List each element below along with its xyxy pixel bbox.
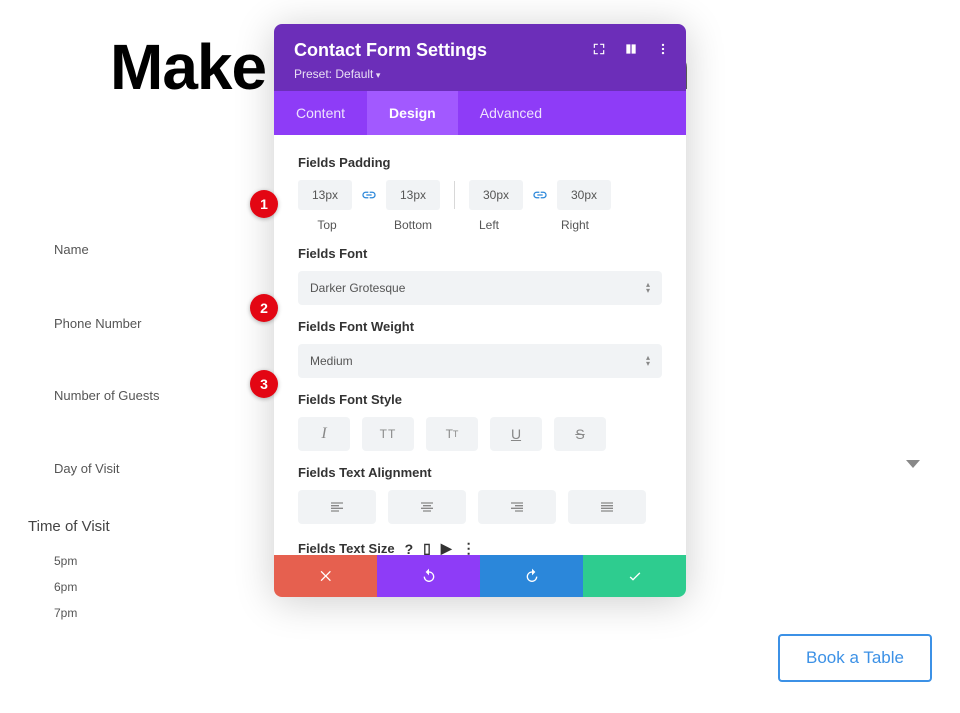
padding-left-input[interactable]: [469, 180, 523, 210]
alignment-row: [298, 490, 662, 524]
settings-panel: Contact Form Settings Preset: Default Co…: [274, 24, 686, 597]
padding-controls: [298, 180, 662, 210]
padding-right-input[interactable]: [557, 180, 611, 210]
columns-icon[interactable]: [624, 42, 638, 56]
align-left-button[interactable]: [298, 490, 376, 524]
callout-2: 2: [250, 294, 278, 322]
chevron-down-icon[interactable]: [906, 460, 920, 468]
panel-body: Fields Padding Top Bottom Left Right Fie…: [274, 135, 686, 555]
font-weight-value: Medium: [310, 354, 353, 368]
panel-footer: [274, 555, 686, 597]
label-left: Left: [460, 218, 518, 232]
time-option-5pm[interactable]: 5pm: [54, 554, 77, 568]
time-option-7pm[interactable]: 7pm: [54, 606, 77, 620]
more-icon[interactable]: [656, 42, 670, 56]
field-guests[interactable]: Number of Guests: [54, 388, 160, 403]
font-value: Darker Grotesque: [310, 281, 405, 295]
label-bottom: Bottom: [384, 218, 442, 232]
expand-icon[interactable]: [592, 42, 606, 56]
field-phone[interactable]: Phone Number: [54, 316, 141, 331]
text-size-label-text: Fields Text Size: [298, 541, 395, 555]
italic-button[interactable]: I: [298, 417, 350, 451]
fields-font-weight-label: Fields Font Weight: [298, 319, 662, 334]
link-icon-vertical[interactable]: [356, 182, 382, 208]
uppercase-button[interactable]: TT: [362, 417, 414, 451]
callout-3: 3: [250, 370, 278, 398]
sort-icon: [646, 355, 650, 366]
padding-bottom-input[interactable]: [386, 180, 440, 210]
font-select[interactable]: Darker Grotesque: [298, 271, 662, 305]
separator: [454, 181, 455, 209]
device-icon[interactable]: ▯: [423, 540, 431, 555]
field-name[interactable]: Name: [54, 242, 89, 257]
fields-text-size-label: Fields Text Size ? ▯ ▶ ⋮: [298, 540, 662, 555]
cursor-icon[interactable]: ▶: [441, 540, 452, 555]
callout-1: 1: [250, 190, 278, 218]
tab-advanced[interactable]: Advanced: [458, 91, 564, 135]
preset-selector[interactable]: Preset: Default: [294, 67, 666, 81]
field-day[interactable]: Day of Visit: [54, 461, 120, 476]
underline-button[interactable]: U: [490, 417, 542, 451]
tab-design[interactable]: Design: [367, 91, 458, 135]
panel-header: Contact Form Settings Preset: Default: [274, 24, 686, 91]
close-button[interactable]: [274, 555, 377, 597]
book-a-table-button[interactable]: Book a Table: [778, 634, 932, 682]
tab-content[interactable]: Content: [274, 91, 367, 135]
time-option-6pm[interactable]: 6pm: [54, 580, 77, 594]
fields-font-style-label: Fields Font Style: [298, 392, 662, 407]
link-icon-horizontal[interactable]: [527, 182, 553, 208]
fields-font-label: Fields Font: [298, 246, 662, 261]
titlecase-button[interactable]: TT: [426, 417, 478, 451]
align-justify-button[interactable]: [568, 490, 646, 524]
label-right: Right: [546, 218, 604, 232]
help-icon[interactable]: ?: [405, 541, 414, 556]
undo-button[interactable]: [377, 555, 480, 597]
fields-padding-label: Fields Padding: [298, 155, 662, 170]
redo-button[interactable]: [480, 555, 583, 597]
time-of-visit-label: Time of Visit: [28, 518, 110, 535]
align-right-button[interactable]: [478, 490, 556, 524]
padding-top-input[interactable]: [298, 180, 352, 210]
more-dots-icon[interactable]: ⋮: [462, 540, 476, 555]
font-weight-select[interactable]: Medium: [298, 344, 662, 378]
padding-labels: Top Bottom Left Right: [298, 218, 662, 232]
fields-text-alignment-label: Fields Text Alignment: [298, 465, 662, 480]
sort-icon: [646, 282, 650, 293]
font-style-row: I TT TT U S: [298, 417, 662, 451]
tabs: Content Design Advanced: [274, 91, 686, 135]
align-center-button[interactable]: [388, 490, 466, 524]
confirm-button[interactable]: [583, 555, 686, 597]
label-top: Top: [298, 218, 356, 232]
strikethrough-button[interactable]: S: [554, 417, 606, 451]
